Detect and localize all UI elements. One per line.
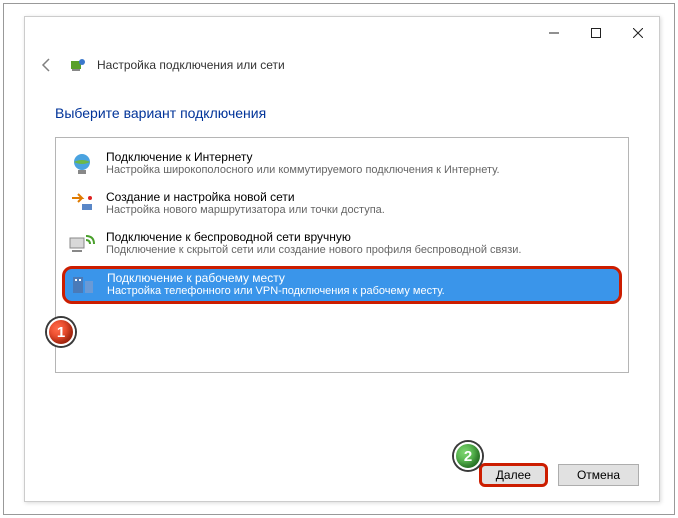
next-button[interactable]: Далее (479, 463, 548, 487)
option-workplace[interactable]: Подключение к рабочему месту Настройка т… (62, 266, 622, 304)
router-setup-icon (68, 190, 96, 218)
workplace-icon (69, 271, 97, 299)
cancel-button[interactable]: Отмена (558, 464, 639, 486)
close-button[interactable] (617, 19, 659, 47)
option-title: Подключение к беспроводной сети вручную (106, 230, 521, 244)
option-desc: Настройка телефонного или VPN-подключени… (107, 285, 445, 297)
annotation-marker-1: 1 (47, 318, 75, 346)
option-title: Подключение к рабочему месту (107, 271, 445, 285)
window-title: Настройка подключения или сети (97, 58, 285, 72)
option-title: Создание и настройка новой сети (106, 190, 385, 204)
back-button[interactable] (35, 53, 59, 77)
network-center-icon (69, 56, 87, 74)
option-manual-wireless[interactable]: Подключение к беспроводной сети вручную … (62, 226, 622, 262)
wizard-window: Настройка подключения или сети Выберите … (24, 16, 660, 502)
option-desc: Подключение к скрытой сети или создание … (106, 244, 521, 256)
header: Настройка подключения или сети (25, 49, 659, 87)
titlebar (25, 17, 659, 49)
option-title: Подключение к Интернету (106, 150, 500, 164)
button-row: Далее Отмена (479, 463, 639, 487)
option-desc: Настройка нового маршрутизатора или точк… (106, 204, 385, 216)
globe-icon (68, 150, 96, 178)
content-area: Выберите вариант подключения Подключение… (25, 87, 659, 383)
connection-options-list: Подключение к Интернету Настройка широко… (55, 137, 629, 373)
option-new-network[interactable]: Создание и настройка новой сети Настройк… (62, 186, 622, 222)
maximize-button[interactable] (575, 19, 617, 47)
option-internet[interactable]: Подключение к Интернету Настройка широко… (62, 146, 622, 182)
wireless-manual-icon (68, 230, 96, 258)
option-desc: Настройка широкополосного или коммутируе… (106, 164, 500, 176)
page-heading: Выберите вариант подключения (55, 105, 629, 121)
annotation-marker-2: 2 (454, 442, 482, 470)
minimize-button[interactable] (533, 19, 575, 47)
